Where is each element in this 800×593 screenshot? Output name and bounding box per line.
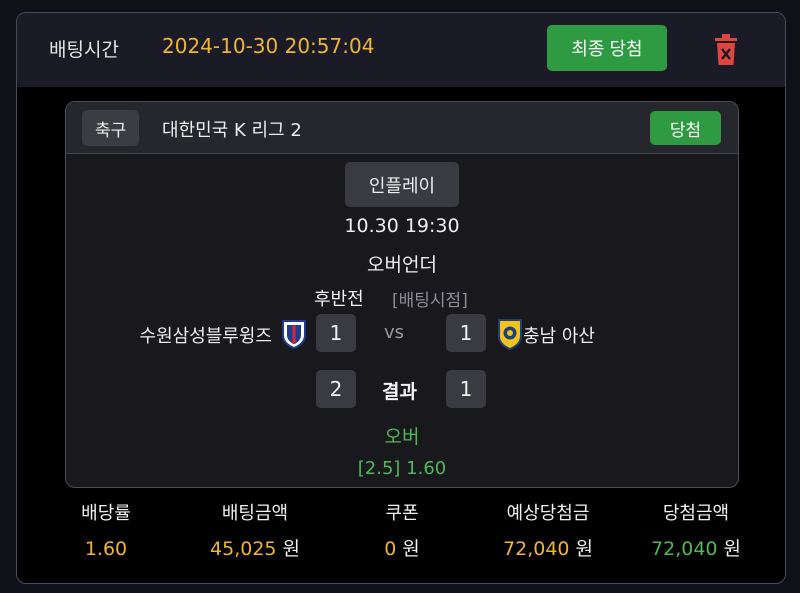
status-badge: 당첨 — [650, 111, 721, 145]
league-name: 대한민국 K 리그 2 — [162, 120, 302, 141]
market-type: 오버언더 — [367, 254, 437, 276]
versus-label: vs — [384, 322, 405, 343]
summary-won: 당첨금액 72,040 원 — [621, 499, 771, 565]
away-score-at-bet: 1 — [446, 314, 486, 352]
home-score-final: 2 — [316, 370, 356, 408]
summary-coupon: 쿠폰 0원 — [327, 499, 477, 565]
sport-tag: 축구 — [82, 110, 140, 146]
bet-summary: 배당률 1.60 배팅금액 45,025 원 쿠폰 0원 예상당첨금 72,040… — [17, 499, 785, 583]
inplay-badge: 인플레이 — [345, 162, 459, 207]
bet-card: 배팅시간 2024-10-30 20:57:04 최종 당첨 축구 대한민국 K… — [16, 12, 786, 584]
coupon-value: 0 — [384, 538, 397, 560]
bet-amount-unit: 원 — [282, 538, 300, 560]
expected-win-row: 72,040 원 — [473, 533, 623, 565]
period-label: 후반전 — [314, 289, 364, 310]
coupon-unit: 원 — [402, 538, 420, 560]
home-score-at-bet: 1 — [316, 314, 356, 352]
bet-amount-label: 배팅금액 — [221, 503, 289, 524]
summary-amount: 배팅금액 45,025 원 — [180, 499, 330, 565]
bet-header: 배팅시간 2024-10-30 20:57:04 최종 당첨 — [17, 13, 785, 87]
home-team-name: 수원삼성블루윙즈 — [139, 326, 272, 347]
expected-win-value: 72,040 — [503, 538, 570, 560]
game-panel: 축구 대한민국 K 리그 2 당첨 인플레이 10.30 19:30 오버언더 … — [65, 101, 739, 488]
bet-point-label: [배팅시점] — [392, 291, 468, 311]
summary-odds: 배당률 1.60 — [31, 499, 181, 565]
odds-label: 배당률 — [81, 503, 131, 524]
pick-odds: [2.5] 1.60 — [357, 458, 447, 479]
bet-time-value: 2024-10-30 20:57:04 — [162, 34, 375, 58]
away-team-name: 충남 아산 — [523, 326, 595, 347]
coupon-row: 0원 — [327, 533, 477, 565]
won-amount-row: 72,040 원 — [621, 533, 771, 565]
bet-amount-value: 45,025 — [210, 538, 277, 560]
bet-time-label: 배팅시간 — [49, 39, 119, 61]
bet-amount-row: 45,025 원 — [180, 533, 330, 565]
won-amount-value: 72,040 — [651, 538, 718, 560]
home-team-logo-icon — [282, 320, 306, 349]
odds-value: 1.60 — [84, 538, 128, 560]
match-datetime: 10.30 19:30 — [344, 215, 460, 237]
away-score-final: 1 — [446, 370, 486, 408]
won-amount-unit: 원 — [723, 538, 741, 560]
bet-pick: 오버 — [384, 426, 420, 448]
final-win-button[interactable]: 최종 당첨 — [547, 25, 667, 71]
summary-expected: 예상당첨금 72,040 원 — [473, 499, 623, 565]
expected-win-unit: 원 — [575, 538, 593, 560]
expected-win-label: 예상당첨금 — [506, 503, 590, 524]
trash-icon[interactable] — [714, 32, 738, 66]
result-label: 결과 — [382, 381, 417, 403]
game-header: 축구 대한민국 K 리그 2 당첨 — [66, 102, 738, 154]
won-amount-label: 당첨금액 — [662, 503, 730, 524]
away-team-logo-icon — [498, 319, 522, 350]
coupon-label: 쿠폰 — [385, 503, 419, 524]
